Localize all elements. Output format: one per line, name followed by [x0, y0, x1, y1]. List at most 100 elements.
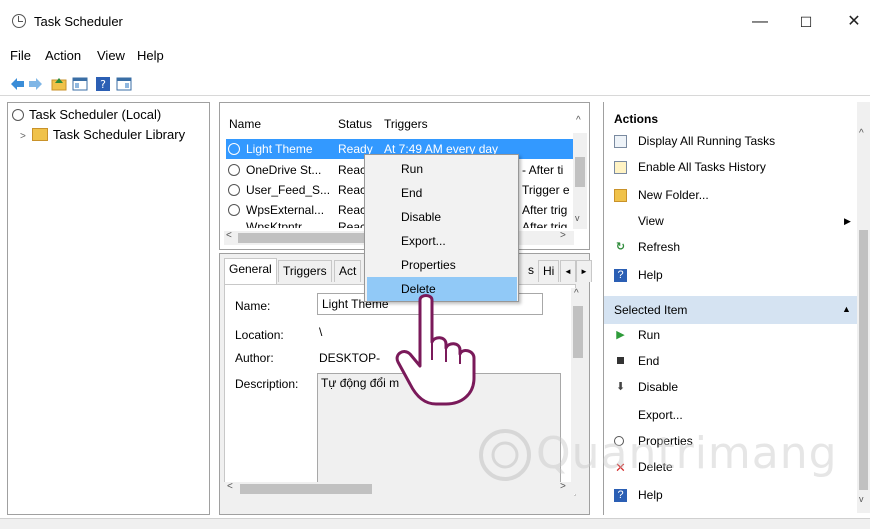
history-icon: [614, 161, 627, 174]
tab-triggers[interactable]: Triggers: [278, 260, 332, 282]
tab-actions[interactable]: Act: [334, 260, 362, 282]
scroll-up-icon[interactable]: ^: [574, 288, 579, 299]
action-properties[interactable]: Properties: [604, 428, 854, 454]
context-menu: Run End Disable Export... Properties Del…: [364, 154, 519, 302]
tab-scroll-right-icon[interactable]: ►: [576, 260, 592, 282]
svg-text:?: ?: [100, 78, 106, 91]
column-header-name[interactable]: Name: [229, 117, 261, 131]
location-label: Location:: [235, 328, 284, 342]
action-label: Help: [638, 268, 663, 282]
task-name: Light Theme: [246, 142, 313, 156]
action-refresh[interactable]: ↻ Refresh: [604, 234, 854, 260]
column-header-triggers[interactable]: Triggers: [384, 117, 428, 131]
minimize-button[interactable]: —: [742, 10, 778, 34]
scrollbar-thumb[interactable]: [240, 484, 372, 494]
scrollbar-thumb[interactable]: [573, 306, 583, 358]
context-item-export[interactable]: Export...: [367, 229, 517, 253]
tree-item-library[interactable]: > Task Scheduler Library: [20, 127, 185, 142]
help-icon[interactable]: ?: [95, 76, 111, 92]
tab-history[interactable]: Hi: [538, 260, 560, 282]
author-label: Author:: [235, 351, 274, 365]
task-status: Reac: [338, 183, 367, 197]
menu-view[interactable]: View: [97, 48, 125, 63]
context-item-disable[interactable]: Disable: [367, 205, 517, 229]
task-name: OneDrive St...: [246, 163, 322, 177]
action-new-folder[interactable]: New Folder...: [604, 182, 854, 208]
maximize-button[interactable]: ☐: [788, 10, 824, 34]
column-header-status[interactable]: Status: [338, 117, 372, 131]
scrollbar-thumb[interactable]: [859, 230, 868, 490]
action-export[interactable]: Export...: [604, 402, 854, 428]
action-label: Export...: [638, 408, 683, 422]
context-item-run[interactable]: Run: [367, 157, 517, 181]
title-bar: Task Scheduler — ☐ ✕: [0, 0, 870, 42]
name-label: Name:: [235, 299, 271, 313]
action-end[interactable]: End: [604, 348, 854, 374]
task-name: User_Feed_S...: [246, 183, 331, 197]
tree-root-label: Task Scheduler (Local): [29, 107, 162, 122]
task-trigger: After trig: [522, 203, 568, 217]
action-pane-icon[interactable]: [116, 76, 132, 92]
help-icon: ?: [614, 489, 627, 502]
actions-pane: Actions Display All Running Tasks Enable…: [603, 102, 870, 515]
console-tree-icon[interactable]: [72, 76, 88, 92]
clock-icon: [228, 180, 245, 200]
scroll-down-icon[interactable]: v: [575, 213, 580, 223]
close-button[interactable]: ✕: [836, 10, 870, 34]
context-item-end[interactable]: End: [367, 181, 517, 205]
refresh-icon: ↻: [615, 241, 626, 253]
scrollbar-thumb[interactable]: [238, 233, 366, 243]
action-label: Help: [638, 488, 663, 502]
task-trigger: After trig: [522, 220, 568, 228]
scrollbar-thumb[interactable]: [575, 157, 585, 187]
up-folder-icon[interactable]: [51, 76, 67, 92]
menu-file[interactable]: File: [10, 48, 31, 63]
task-name: WpsExternal...: [246, 203, 325, 217]
author-value: DESKTOP-: [319, 351, 381, 365]
selected-item-header[interactable]: Selected Item ▲: [604, 296, 870, 324]
scroll-up-icon[interactable]: ^: [576, 115, 581, 126]
actions-scrollbar[interactable]: ^ v: [857, 102, 870, 513]
action-help[interactable]: ? Help: [604, 262, 854, 288]
window-title: Task Scheduler: [34, 14, 123, 29]
back-arrow-icon[interactable]: [9, 76, 25, 92]
action-view[interactable]: View ▶: [604, 208, 854, 234]
action-label: New Folder...: [638, 188, 709, 202]
details-vertical-scrollbar[interactable]: ^: [571, 288, 585, 494]
run-icon: ▶: [616, 329, 625, 341]
tree-item-root[interactable]: Task Scheduler (Local): [12, 107, 161, 122]
context-item-properties[interactable]: Properties: [367, 253, 517, 277]
submenu-arrow-icon: ▶: [844, 216, 851, 226]
action-label: Disable: [638, 380, 679, 394]
menu-help[interactable]: Help: [137, 48, 164, 63]
clock-icon: [614, 435, 627, 448]
action-help-selected[interactable]: ? Help: [604, 482, 854, 508]
action-label: Delete: [638, 460, 673, 474]
action-disable[interactable]: ⬇ Disable: [604, 374, 854, 400]
tab-conditions[interactable]: s: [524, 260, 538, 282]
scroll-up-icon[interactable]: ^: [859, 128, 864, 139]
scroll-down-icon[interactable]: v: [859, 494, 864, 504]
clock-icon: [228, 160, 245, 180]
scroll-right-icon[interactable]: >: [560, 230, 566, 241]
task-name: WpsKtpntr...: [246, 220, 312, 228]
task-status: Reac: [338, 203, 367, 217]
scroll-left-icon[interactable]: <: [226, 230, 232, 241]
collapse-arrow-icon[interactable]: ▲: [842, 304, 851, 314]
scroll-left-icon[interactable]: <: [227, 481, 233, 492]
menu-action[interactable]: Action: [45, 48, 81, 63]
action-label: End: [638, 354, 660, 368]
tab-scroll-left-icon[interactable]: ◄: [560, 260, 576, 282]
details-horizontal-scrollbar[interactable]: < >: [224, 481, 574, 496]
chevron-right-icon[interactable]: >: [20, 131, 26, 142]
vertical-scrollbar[interactable]: v: [573, 133, 587, 229]
action-run[interactable]: ▶ Run: [604, 322, 854, 348]
action-display-running-tasks[interactable]: Display All Running Tasks: [604, 128, 854, 154]
tab-general[interactable]: General: [224, 258, 277, 284]
scroll-right-icon[interactable]: >: [560, 481, 566, 492]
action-label: Run: [638, 328, 661, 342]
description-label: Description:: [235, 377, 299, 391]
action-delete[interactable]: ✕ Delete: [604, 454, 854, 480]
forward-arrow-icon[interactable]: [28, 76, 44, 92]
action-enable-history[interactable]: Enable All Tasks History: [604, 154, 854, 180]
